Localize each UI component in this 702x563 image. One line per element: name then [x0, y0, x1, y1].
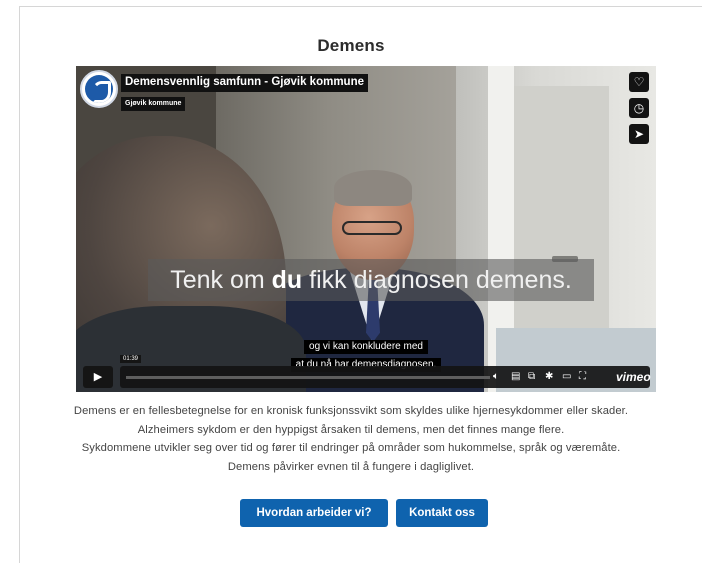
like-button[interactable]: ♡	[629, 72, 649, 92]
video-frame-speaker-hair	[334, 170, 412, 206]
send-icon: ➤	[633, 127, 645, 141]
volume-icon[interactable]: 🔈︎	[493, 370, 499, 384]
caption-text-bold: du	[271, 266, 303, 294]
subtitle-line: og vi kan konkludere med	[304, 340, 428, 354]
play-icon: ▶	[93, 371, 103, 383]
video-player[interactable]: Demensvennlig samfunn - Gjøvik kommune G…	[76, 66, 656, 392]
description-line: Demens er en fellesbetegnelse for en kro…	[73, 405, 629, 417]
video-frame-glasses	[342, 221, 402, 235]
section-title: Demens	[317, 36, 385, 55]
control-bar: 🔈︎ ▤ ⧉ ✱ ▭ ⛶ vimeo	[120, 366, 651, 388]
pip-icon[interactable]: ⧉	[528, 370, 535, 384]
caption-text-start: Tenk om	[170, 266, 272, 294]
contact-button[interactable]: Kontakt oss	[396, 499, 488, 527]
description-line: Alzheimers sykdom er den hyppigst årsake…	[137, 423, 565, 436]
time-badge: 01:39	[120, 355, 142, 363]
vimeo-logo[interactable]: vimeo	[616, 368, 651, 386]
description-line: Sykdommene utvikler seg over tid og føre…	[81, 442, 621, 454]
share-button[interactable]: ➤	[629, 124, 649, 144]
airplay-icon[interactable]: ▭	[562, 370, 571, 384]
video-channel[interactable]: Gjøvik kommune	[121, 97, 186, 111]
player-controls: ▶ 🔈︎ ▤ ⧉ ✱ ▭ ⛶ vimeo 01:39	[76, 355, 656, 392]
watch-later-button[interactable]: ◷	[629, 98, 649, 118]
clock-icon: ◷	[633, 101, 645, 115]
video-caption: Tenk om du fikk diagnosen demens.	[148, 259, 594, 301]
description: Demens er en fellesbetegnelse for en kro…	[0, 402, 702, 476]
logo-icon	[85, 75, 113, 103]
fullscreen-icon[interactable]: ⛶	[579, 370, 586, 384]
play-button[interactable]: ▶	[83, 366, 113, 388]
how-we-work-button[interactable]: Hvordan arbeider vi?	[240, 499, 388, 527]
description-line: Demens påvirker evnen til å fungere i da…	[227, 460, 475, 473]
caption-text-end: fikk diagnosen demens.	[302, 266, 572, 294]
captions-icon[interactable]: ▤	[511, 370, 520, 384]
progress-bar[interactable]	[126, 376, 490, 379]
channel-logo[interactable]	[80, 70, 118, 108]
heart-icon: ♡	[633, 75, 645, 89]
video-title[interactable]: Demensvennlig samfunn - Gjøvik kommune	[121, 74, 368, 92]
settings-icon[interactable]: ✱	[545, 370, 553, 384]
